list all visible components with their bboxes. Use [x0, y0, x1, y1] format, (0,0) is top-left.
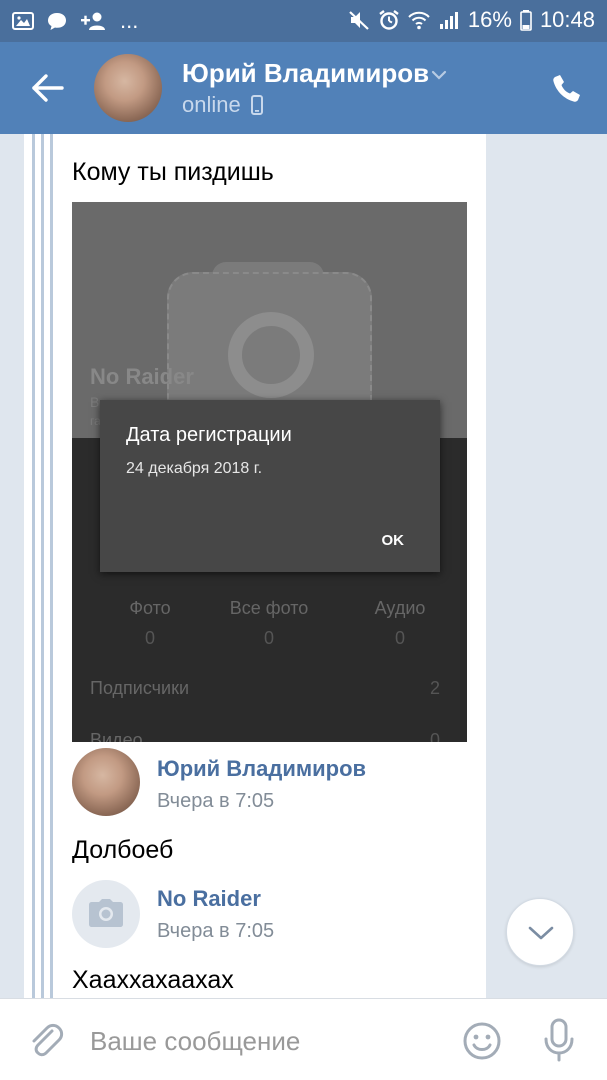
row-label: Подписчики	[90, 678, 190, 698]
dialog-title: Дата регистрации	[126, 424, 292, 446]
row-value: 2	[429, 678, 440, 698]
scroll-down-button[interactable]	[506, 898, 574, 966]
status-bar-system: 16% 10:48	[348, 7, 595, 33]
stat-label: Аудио	[374, 598, 426, 618]
phone-icon	[553, 75, 580, 102]
stat-value: 0	[144, 628, 155, 648]
row-value: 0	[429, 730, 440, 742]
image-icon	[12, 10, 34, 32]
author-avatar[interactable]	[72, 880, 140, 948]
signal-icon	[438, 9, 460, 31]
message-text: Долбоеб	[72, 836, 174, 864]
attach-button[interactable]	[26, 1021, 66, 1061]
battery-level: 16%	[467, 7, 512, 32]
battery-icon	[520, 9, 532, 31]
thread-line	[50, 134, 53, 998]
message-text: Кому ты пиздишь	[72, 158, 274, 186]
chat-bubble-icon	[46, 10, 68, 32]
stat-value: 0	[394, 628, 405, 648]
dialog-ok-button: OK	[381, 532, 405, 549]
voice-message-button[interactable]	[538, 1017, 580, 1063]
message-text: Хааххахаахах	[72, 966, 234, 994]
add-user-icon	[80, 10, 108, 32]
thread-line	[32, 134, 35, 998]
message-composer	[0, 998, 607, 1080]
smile-icon	[463, 1022, 501, 1060]
chat-header: Юрий Владимиров online	[0, 42, 607, 134]
online-status: online	[182, 92, 263, 118]
mic-icon	[544, 1018, 574, 1062]
dialog-date: 24 декабря 2018 г.	[126, 460, 263, 477]
wifi-icon	[408, 9, 430, 31]
message-time: Вчера в 7:05	[157, 920, 275, 942]
back-arrow-icon	[32, 74, 64, 102]
clock: 10:48	[539, 7, 595, 32]
mobile-icon	[250, 95, 263, 115]
more-notifications: ...	[120, 8, 139, 33]
registration-date-dialog: Дата регистрации 24 декабря 2018 г. OK	[100, 400, 440, 572]
mute-icon	[348, 9, 370, 31]
chevron-down-icon[interactable]	[430, 66, 448, 84]
row-label: Видео	[90, 730, 143, 742]
chat-area[interactable]: Кому ты пиздишь No Raider В га Дата реги…	[0, 134, 607, 998]
status-bar: ... 16% 10:48	[0, 0, 607, 42]
author-avatar[interactable]	[72, 748, 140, 816]
stat-label: Фото	[129, 598, 171, 618]
profile-subtitle: В	[90, 394, 100, 410]
chevron-down-icon	[528, 926, 554, 940]
contact-avatar[interactable]	[94, 54, 162, 122]
back-button[interactable]	[28, 70, 68, 106]
message-time: Вчера в 7:05	[157, 790, 275, 812]
stat-label: Все фото	[229, 598, 309, 618]
online-status-text: online	[182, 92, 241, 117]
camera-lens	[228, 312, 314, 398]
alarm-icon	[378, 9, 400, 31]
status-bar-notifications: ...	[12, 8, 138, 34]
call-button[interactable]	[541, 62, 593, 114]
author-name[interactable]: No Raider	[157, 886, 261, 912]
photo-attachment[interactable]: No Raider В га Дата регистрации 24 декаб…	[72, 202, 467, 742]
message-input[interactable]	[90, 1019, 440, 1063]
contact-name[interactable]: Юрий Владимиров	[182, 58, 429, 89]
camera-icon	[89, 899, 123, 927]
author-name[interactable]: Юрий Владимиров	[157, 756, 366, 782]
emoji-button[interactable]	[462, 1021, 502, 1061]
stat-value: 0	[263, 628, 274, 648]
thread-line	[41, 134, 44, 998]
profile-name: No Raider	[90, 364, 194, 389]
paperclip-icon	[32, 1023, 64, 1057]
